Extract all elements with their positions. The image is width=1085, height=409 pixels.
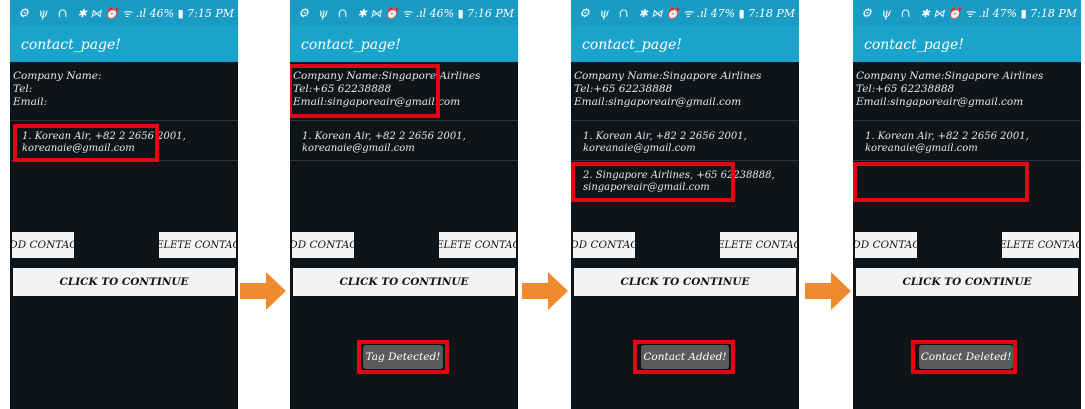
email-field: Email:singaporeair@gmail.com	[856, 96, 1024, 108]
status-icons: ⚙ ψ ∩	[298, 6, 351, 20]
app-title-bar: contact_page!	[571, 26, 799, 62]
contact-info: Company Name:Singapore Airlines Tel:+65 …	[574, 70, 761, 109]
arrow-right-icon	[522, 272, 568, 310]
highlight-box	[911, 340, 1017, 374]
phone-screen-1: ⚙ ψ ∩ ✱ ⋈ ⏰ ᯤ .ıl 46% ▮ 7:15 PM contact_…	[10, 0, 238, 409]
status-bar: ⚙ ψ ∩ ✱ ⋈ ⏰ ᯤ .ıl 47% ▮ 7:18 PM	[853, 0, 1081, 26]
list-divider	[853, 160, 1081, 161]
delete-contact-button[interactable]: DELETE CONTACT	[709, 232, 799, 258]
highlight-box	[571, 162, 735, 202]
list-divider	[290, 160, 518, 161]
email-field: Email:	[13, 96, 48, 108]
delete-contact-button[interactable]: DELETE CONTACT	[148, 232, 238, 258]
delete-contact-button[interactable]: DELETE CONTACT	[991, 232, 1081, 258]
arrow-right-icon	[240, 272, 286, 310]
status-right: ✱ ⋈ ⏰ ᯤ .ıl 46% ▮ 7:15 PM	[77, 7, 234, 20]
continue-button[interactable]: CLICK TO CONTINUE	[13, 268, 235, 296]
continue-button[interactable]: CLICK TO CONTINUE	[293, 268, 515, 296]
status-right: ✱ ⋈ ⏰ ᯤ .ıl 46% ▮ 7:16 PM	[357, 7, 514, 20]
status-icons: ⚙ ψ ∩	[861, 6, 914, 20]
list-divider	[853, 120, 1081, 121]
add-contact-button[interactable]: ADD CONTACT	[10, 232, 84, 258]
contact-list-item-1[interactable]: 1. Korean Air, +82 2 2656 2001, koreanai…	[302, 131, 466, 155]
highlight-box	[357, 340, 449, 374]
list-divider	[571, 160, 799, 161]
tel-field: Tel:+65 62238888	[574, 83, 673, 95]
phone-screen-4: ⚙ ψ ∩ ✱ ⋈ ⏰ ᯤ .ıl 47% ▮ 7:18 PM contact_…	[853, 0, 1081, 409]
arrow-right-icon	[805, 272, 851, 310]
app-title-bar: contact_page!	[290, 26, 518, 62]
contact-info: Company Name: Tel: Email:	[13, 70, 101, 109]
status-bar: ⚙ ψ ∩ ✱ ⋈ ⏰ ᯤ .ıl 47% ▮ 7:18 PM	[571, 0, 799, 26]
delete-contact-button[interactable]: DELETE CONTACT	[428, 232, 518, 258]
contact-info: Company Name:Singapore Airlines Tel:+65 …	[856, 70, 1043, 109]
company-name-field: Company Name:	[13, 70, 102, 82]
tel-field: Tel:+65 62238888	[856, 83, 955, 95]
app-title: contact_page!	[301, 37, 401, 53]
list-divider	[10, 120, 238, 121]
phone-screen-3: ⚙ ψ ∩ ✱ ⋈ ⏰ ᯤ .ıl 47% ▮ 7:18 PM contact_…	[571, 0, 799, 409]
app-title: contact_page!	[582, 37, 682, 53]
app-title-bar: contact_page!	[853, 26, 1081, 62]
highlight-box	[13, 124, 159, 162]
contact-list-item-1[interactable]: 1. Korean Air, +82 2 2656 2001, koreanai…	[583, 131, 747, 155]
status-icons: ⚙ ψ ∩	[579, 6, 632, 20]
company-name-field: Company Name:Singapore Airlines	[574, 70, 762, 82]
add-contact-button[interactable]: ADD CONTACT	[571, 232, 645, 258]
contact-list-item-1[interactable]: 1. Korean Air, +82 2 2656 2001, koreanai…	[865, 131, 1029, 155]
app-title-bar: contact_page!	[10, 26, 238, 62]
status-icons: ⚙ ψ ∩	[18, 6, 71, 20]
highlight-box	[633, 340, 735, 374]
phone-screen-2: ⚙ ψ ∩ ✱ ⋈ ⏰ ᯤ .ıl 46% ▮ 7:16 PM contact_…	[290, 0, 518, 409]
status-bar: ⚙ ψ ∩ ✱ ⋈ ⏰ ᯤ .ıl 46% ▮ 7:16 PM	[290, 0, 518, 26]
highlight-box	[853, 162, 1029, 202]
add-contact-button[interactable]: ADD CONTACT	[853, 232, 927, 258]
email-field: Email:singaporeair@gmail.com	[574, 96, 742, 108]
status-right: ✱ ⋈ ⏰ ᯤ .ıl 47% ▮ 7:18 PM	[638, 7, 795, 20]
highlight-box	[290, 64, 440, 118]
app-title: contact_page!	[864, 37, 964, 53]
tel-field: Tel:	[13, 83, 33, 95]
status-right: ✱ ⋈ ⏰ ᯤ .ıl 47% ▮ 7:18 PM	[920, 7, 1077, 20]
list-divider	[290, 120, 518, 121]
app-title: contact_page!	[21, 37, 121, 53]
status-bar: ⚙ ψ ∩ ✱ ⋈ ⏰ ᯤ .ıl 46% ▮ 7:15 PM	[10, 0, 238, 26]
add-contact-button[interactable]: ADD CONTACT	[290, 232, 364, 258]
continue-button[interactable]: CLICK TO CONTINUE	[856, 268, 1078, 296]
continue-button[interactable]: CLICK TO CONTINUE	[574, 268, 796, 296]
list-divider	[571, 120, 799, 121]
company-name-field: Company Name:Singapore Airlines	[856, 70, 1044, 82]
